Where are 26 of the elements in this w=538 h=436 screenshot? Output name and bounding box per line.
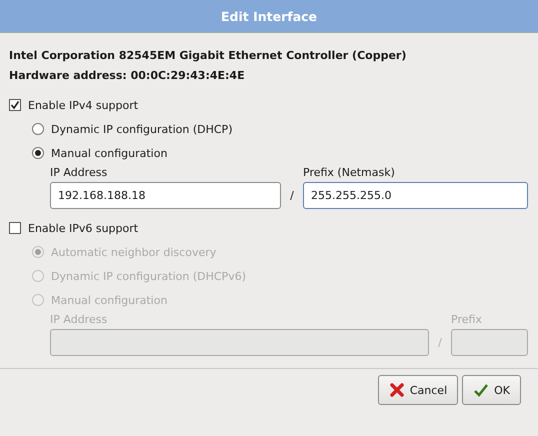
window-title: Edit Interface bbox=[0, 0, 538, 33]
field-label: Prefix (Netmask) bbox=[303, 165, 396, 181]
cancel-button[interactable]: Cancel bbox=[378, 375, 458, 405]
radio-label: Dynamic IP configuration (DHCP) bbox=[51, 122, 232, 136]
field-label: IP Address bbox=[50, 165, 108, 181]
radio-label: Automatic neighbor discovery bbox=[51, 246, 216, 258]
device-name: Intel Corporation 82545EM Gigabit Ethernet Controller (Copper) bbox=[9, 48, 408, 64]
ok-button[interactable]: OK bbox=[462, 375, 521, 405]
close-icon bbox=[388, 382, 405, 398]
hardware-address: Hardware address: 00:0C:29:43:4E:4E bbox=[9, 68, 246, 84]
ip-address-field[interactable]: 192.168.188.18 bbox=[50, 182, 281, 209]
checkbox[interactable] bbox=[9, 99, 21, 111]
check-icon bbox=[473, 382, 490, 398]
checkbox-label: Enable IPv4 support bbox=[28, 98, 138, 112]
field-label: IP Address bbox=[50, 312, 108, 328]
radio-button[interactable] bbox=[32, 123, 44, 135]
checkbox-label: Enable IPv6 support bbox=[28, 222, 138, 234]
prefix-field[interactable]: 255.255.255.0 bbox=[303, 182, 528, 209]
checkbox[interactable] bbox=[9, 222, 21, 234]
radio-label: Manual configuration bbox=[51, 294, 168, 306]
separator-slash: / bbox=[289, 189, 295, 202]
radio-button[interactable] bbox=[32, 147, 44, 159]
radio-label: Manual configuration bbox=[51, 146, 168, 160]
field-label: Prefix bbox=[451, 312, 483, 328]
separator-slash: / bbox=[437, 336, 443, 349]
radio-label: Dynamic IP configuration (DHCPv6) bbox=[51, 270, 246, 282]
